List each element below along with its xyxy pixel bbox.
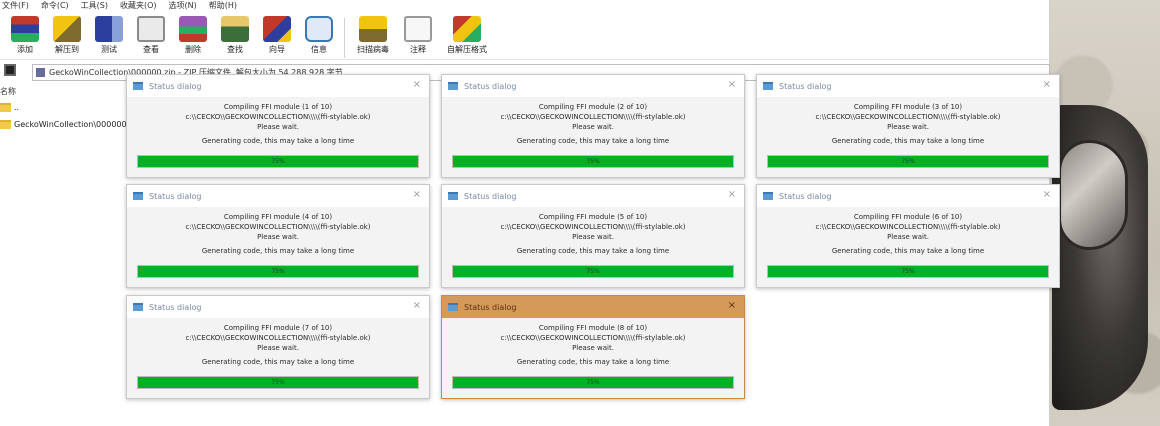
sfx-button[interactable]: 自解压格式 (439, 16, 495, 60)
status-dialog[interactable]: Status dialog × Compiling FFI module (7 … (126, 295, 430, 399)
dialog-body: Compiling FFI module (4 of 10) c:\\CECKO… (185, 213, 371, 255)
menu-file[interactable]: 文件(F) (2, 0, 29, 12)
dialog-titlebar[interactable]: Status dialog × (757, 185, 1059, 207)
view-button[interactable]: 查看 (130, 16, 172, 60)
window-icon (763, 82, 773, 90)
wallpaper-car-wheel (1058, 140, 1128, 250)
find-button[interactable]: 查找 (214, 16, 256, 60)
dialog-titlebar[interactable]: Status dialog × (127, 185, 429, 207)
menu-bar: 文件(F) 命令(C) 工具(S) 收藏夹(O) 选项(N) 帮助(H) (0, 0, 1049, 12)
menu-commands[interactable]: 命令(C) (41, 0, 69, 12)
sfx-icon (453, 16, 481, 42)
progress-bar: 75% (137, 155, 419, 168)
dialog-titlebar[interactable]: Status dialog × (757, 75, 1059, 97)
status-dialog[interactable]: Status dialog × Compiling FFI module (4 … (126, 184, 430, 288)
progress-bar: 75% (767, 265, 1049, 278)
menu-tools[interactable]: 工具(S) (81, 0, 108, 12)
comment-button[interactable]: 注释 (397, 16, 439, 60)
wizard-button[interactable]: 向导 (256, 16, 298, 60)
dialog-body: Compiling FFI module (8 of 10) c:\\CECKO… (500, 324, 686, 366)
delete-icon (179, 16, 207, 42)
close-icon[interactable]: × (1043, 189, 1051, 200)
status-dialog[interactable]: Status dialog × Compiling FFI module (5 … (441, 184, 745, 288)
status-dialog[interactable]: Status dialog × Compiling FFI module (3 … (756, 74, 1060, 178)
delete-button[interactable]: 删除 (172, 16, 214, 60)
close-icon[interactable]: × (413, 79, 421, 90)
menu-favorites[interactable]: 收藏夹(O) (120, 0, 157, 12)
wizard-icon (263, 16, 291, 42)
progress-bar: 75% (137, 265, 419, 278)
extract-icon (53, 16, 81, 42)
progress-bar: 75% (452, 265, 734, 278)
add-archive-icon (11, 16, 39, 42)
window-icon (133, 192, 143, 200)
view-icon (137, 16, 165, 42)
test-button[interactable]: 测试 (88, 16, 130, 60)
folder-icon (0, 120, 11, 129)
close-icon[interactable]: × (728, 189, 736, 200)
dialog-body: Compiling FFI module (2 of 10) c:\\CECKO… (500, 103, 686, 145)
dialog-body: Compiling FFI module (3 of 10) c:\\CECKO… (815, 103, 1001, 145)
dialog-body: Compiling FFI module (5 of 10) c:\\CECKO… (500, 213, 686, 255)
info-button[interactable]: 信息 (298, 16, 340, 60)
find-icon (221, 16, 249, 42)
close-icon[interactable]: × (413, 300, 421, 311)
toolbar: 添加 解压到 测试 查看 删除 查找 向导 信息 扫描病毒 注释 自解压格式 (0, 12, 1049, 60)
dialog-body: Compiling FFI module (1 of 10) c:\\CECKO… (185, 103, 371, 145)
list-item[interactable]: GeckoWinCollection\000000 (0, 120, 127, 129)
dialog-titlebar[interactable]: Status dialog × (442, 185, 744, 207)
up-folder-icon[interactable] (4, 64, 16, 76)
dialog-titlebar[interactable]: Status dialog × (127, 75, 429, 97)
menu-options[interactable]: 选项(N) (169, 0, 197, 12)
scan-virus-icon (359, 16, 387, 42)
status-dialog[interactable]: Status dialog × Compiling FFI module (6 … (756, 184, 1060, 288)
dialog-body: Compiling FFI module (7 of 10) c:\\CECKO… (185, 324, 371, 366)
window-icon (763, 192, 773, 200)
folder-icon (0, 103, 11, 112)
window-icon (133, 82, 143, 90)
close-icon[interactable]: × (1043, 79, 1051, 90)
add-button[interactable]: 添加 (4, 16, 46, 60)
info-icon (305, 16, 333, 42)
window-icon (133, 303, 143, 311)
close-icon[interactable]: × (413, 189, 421, 200)
window-icon (448, 303, 458, 311)
test-icon (95, 16, 123, 42)
dialog-titlebar[interactable]: Status dialog × (442, 296, 744, 318)
extract-to-button[interactable]: 解压到 (46, 16, 88, 60)
toolbar-separator (344, 18, 345, 58)
progress-bar: 75% (452, 376, 734, 389)
close-icon[interactable]: × (728, 300, 736, 311)
comment-icon (404, 16, 432, 42)
progress-bar: 75% (137, 376, 419, 389)
close-icon[interactable]: × (728, 79, 736, 90)
dialog-body: Compiling FFI module (6 of 10) c:\\CECKO… (815, 213, 1001, 255)
menu-help[interactable]: 帮助(H) (209, 0, 237, 12)
window-icon (448, 192, 458, 200)
window-icon (448, 82, 458, 90)
status-dialog[interactable]: Status dialog × Compiling FFI module (2 … (441, 74, 745, 178)
dialog-titlebar[interactable]: Status dialog × (127, 296, 429, 318)
scan-virus-button[interactable]: 扫描病毒 (349, 16, 397, 60)
dialog-titlebar[interactable]: Status dialog × (442, 75, 744, 97)
archive-file-icon (36, 68, 45, 77)
progress-bar: 75% (767, 155, 1049, 168)
progress-bar: 75% (452, 155, 734, 168)
column-header-name[interactable]: 名称 (0, 86, 16, 97)
list-item[interactable]: .. (0, 103, 19, 112)
status-dialog[interactable]: Status dialog × Compiling FFI module (1 … (126, 74, 430, 178)
status-dialog-active[interactable]: Status dialog × Compiling FFI module (8 … (441, 295, 745, 399)
